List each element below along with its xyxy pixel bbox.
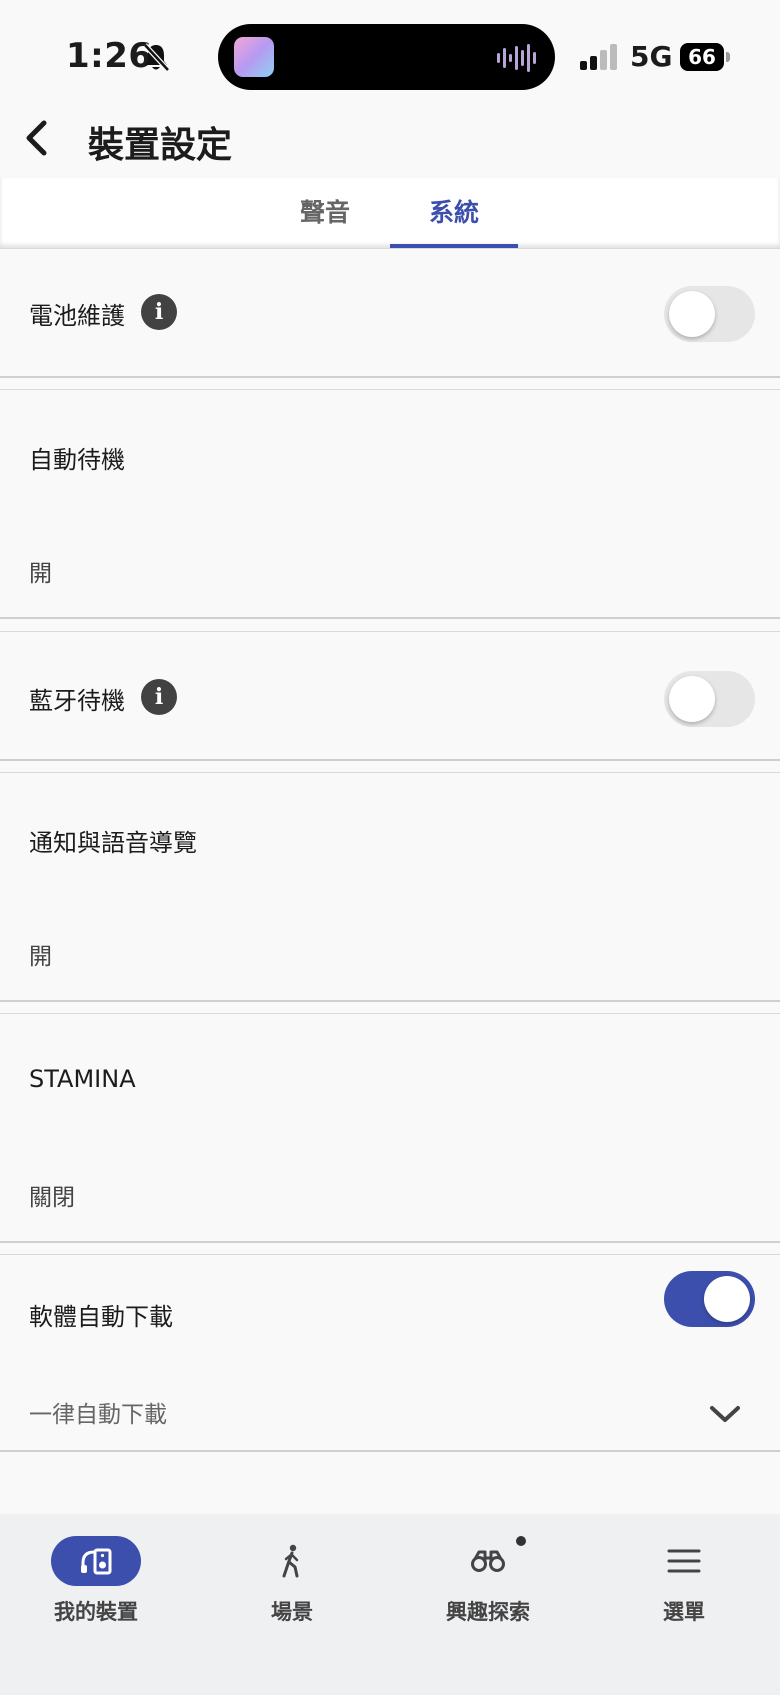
now-playing-app-icon: [234, 37, 274, 77]
nav-item-menu[interactable]: 選單: [594, 1536, 774, 1626]
bt-standby-row: 藍牙待機 i: [0, 631, 780, 761]
auto-download-option: 一律自動下載: [29, 1402, 167, 1428]
auto-download-toggle[interactable]: [664, 1271, 755, 1327]
stamina-row[interactable]: STAMINA 關閉: [0, 1013, 780, 1243]
auto-standby-row[interactable]: 自動待機 開: [0, 389, 780, 619]
dynamic-island[interactable]: [218, 24, 555, 90]
nav-label: 我的裝置: [54, 1600, 138, 1624]
device-icon: [81, 1548, 112, 1575]
network-type: 5G: [630, 40, 673, 73]
info-icon[interactable]: i: [141, 294, 177, 330]
auto-download-label: 軟體自動下載: [29, 1303, 173, 1331]
stamina-value: 關閉: [29, 1185, 75, 1211]
auto-download-row: 軟體自動下載 一律自動下載: [0, 1254, 780, 1452]
walking-icon: [282, 1544, 299, 1578]
nav-label: 興趣探索: [446, 1600, 530, 1624]
tab-bar: 聲音 系統: [0, 178, 780, 248]
nav-label: 選單: [663, 1600, 705, 1624]
bell-muted-icon: [143, 43, 170, 72]
bt-standby-label: 藍牙待機: [29, 687, 125, 715]
header: 裝置設定: [0, 100, 780, 178]
nav-label: 場景: [271, 1600, 313, 1624]
status-time: 1:26: [66, 36, 153, 76]
signal-icon: [580, 44, 617, 70]
nav-item-scene[interactable]: 場景: [202, 1536, 382, 1626]
voice-guidance-value: 開: [29, 944, 52, 970]
voice-guidance-label: 通知與語音導覽: [29, 829, 197, 857]
battery-level: 66: [680, 43, 724, 71]
nav-item-my-device[interactable]: 我的裝置: [6, 1536, 186, 1626]
bt-standby-toggle[interactable]: [664, 671, 755, 727]
auto-standby-label: 自動待機: [29, 446, 125, 474]
battery-care-row: 電池維護 i: [0, 248, 780, 378]
battery-care-toggle[interactable]: [664, 286, 755, 342]
nav-item-discover[interactable]: 興趣探索: [398, 1536, 578, 1626]
bottom-nav: 我的裝置 場景 興趣探索 選單: [0, 1514, 780, 1695]
battery-icon: 66: [680, 43, 730, 71]
menu-icon: [667, 1549, 701, 1573]
tab-system[interactable]: 系統: [390, 178, 518, 248]
auto-download-option-select[interactable]: 一律自動下載: [0, 1365, 780, 1451]
stamina-label: STAMINA: [29, 1065, 136, 1093]
status-bar: 1:26 5G 66: [0, 0, 780, 100]
back-chevron-icon[interactable]: [20, 118, 54, 158]
info-icon[interactable]: i: [141, 679, 177, 715]
battery-care-label: 電池維護: [29, 302, 125, 330]
chevron-down-icon: [710, 1406, 740, 1422]
page-title: 裝置設定: [88, 125, 233, 166]
tab-sound[interactable]: 聲音: [260, 178, 390, 248]
auto-standby-value: 開: [29, 561, 52, 587]
voice-guidance-row[interactable]: 通知與語音導覽 開: [0, 772, 780, 1002]
binoculars-icon: [471, 1550, 505, 1572]
audio-wave-icon: [497, 44, 536, 72]
notification-dot: [516, 1536, 526, 1546]
